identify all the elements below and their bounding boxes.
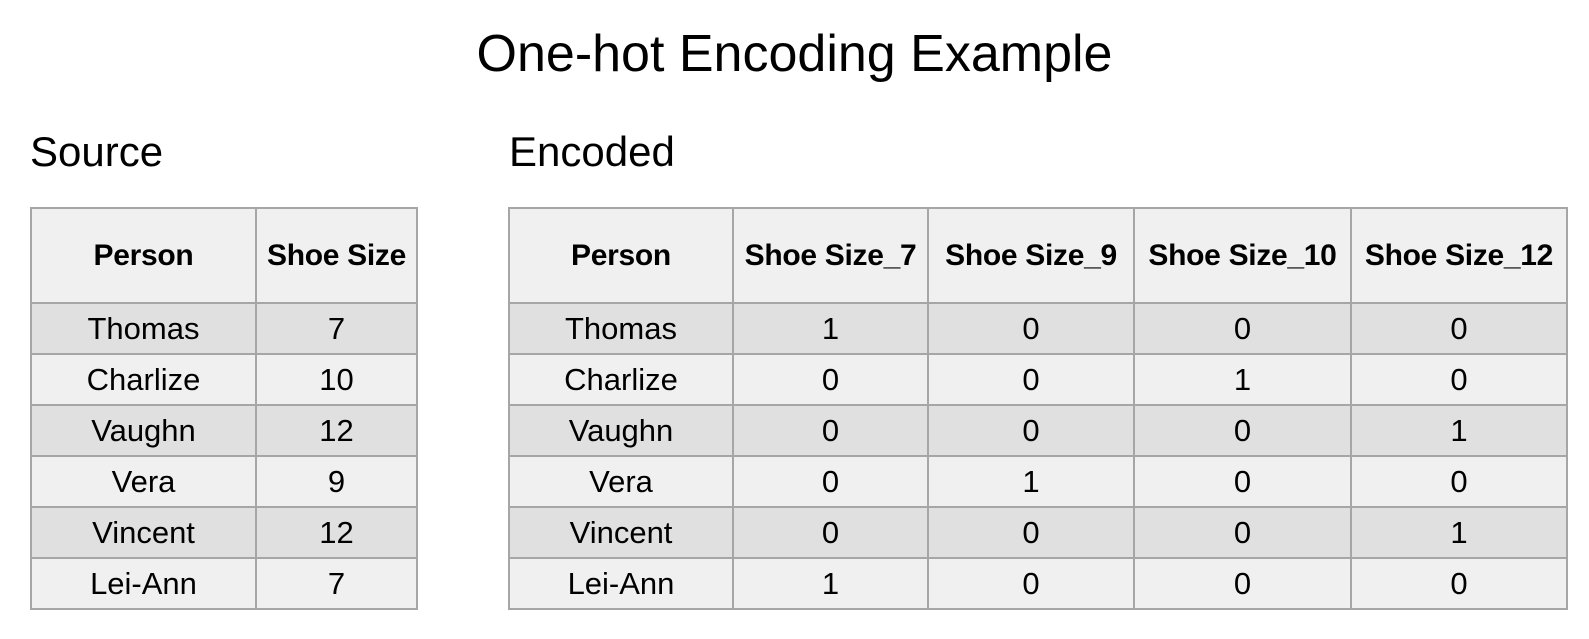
cell: 0: [927, 506, 1135, 559]
source-table: Person Shoe Size Thomas 7 Charlize 10 Va…: [30, 207, 418, 610]
cell: 0: [732, 506, 929, 559]
table-row: Vaughn 0 0 0 1: [508, 404, 1568, 457]
cell: 12: [255, 404, 418, 457]
cell: Vincent: [30, 506, 257, 559]
cell: 10: [255, 353, 418, 406]
cell: 0: [927, 404, 1135, 457]
cell: 0: [1350, 455, 1568, 508]
cell: Charlize: [508, 353, 734, 406]
table-row: Vera 9: [30, 455, 418, 508]
cell: 1: [732, 557, 929, 610]
cell: Lei-Ann: [508, 557, 734, 610]
cell: 0: [1350, 302, 1568, 355]
cell: Thomas: [30, 302, 257, 355]
cell: 0: [927, 302, 1135, 355]
cell: 0: [732, 353, 929, 406]
cell: 0: [1133, 557, 1352, 610]
cell: Vera: [508, 455, 734, 508]
table-row: Vera 0 1 0 0: [508, 455, 1568, 508]
table-row: Vincent 12: [30, 506, 418, 559]
table-row: Thomas 1 0 0 0: [508, 302, 1568, 355]
cell: 0: [927, 353, 1135, 406]
page-title: One-hot Encoding Example: [476, 25, 1113, 83]
cell: 0: [732, 404, 929, 457]
cell: 1: [732, 302, 929, 355]
cell: 1: [1350, 404, 1568, 457]
column-header-shoe-size-10: Shoe Size_10: [1133, 207, 1352, 304]
table-row: Thomas 7: [30, 302, 418, 355]
source-label: Source: [30, 128, 164, 175]
cell: 12: [255, 506, 418, 559]
cell: Vaughn: [30, 404, 257, 457]
table-row: Vaughn 12: [30, 404, 418, 457]
cell: 0: [1350, 557, 1568, 610]
column-header-person: Person: [30, 207, 257, 304]
encoded-label: Encoded: [509, 128, 675, 175]
column-header-person: Person: [508, 207, 734, 304]
cell: Vaughn: [508, 404, 734, 457]
column-header-shoe-size: Shoe Size: [255, 207, 418, 304]
table-row: Lei-Ann 7: [30, 557, 418, 610]
cell: 7: [255, 557, 418, 610]
cell: Lei-Ann: [30, 557, 257, 610]
table-row: Charlize 0 0 1 0: [508, 353, 1568, 406]
cell: 7: [255, 302, 418, 355]
cell: Vera: [30, 455, 257, 508]
cell: 0: [1133, 506, 1352, 559]
table-row: Lei-Ann 1 0 0 0: [508, 557, 1568, 610]
cell: 0: [1133, 455, 1352, 508]
cell: 0: [927, 557, 1135, 610]
table-header-row: Person Shoe Size_7 Shoe Size_9 Shoe Size…: [508, 207, 1568, 304]
cell: Thomas: [508, 302, 734, 355]
encoded-table: Person Shoe Size_7 Shoe Size_9 Shoe Size…: [508, 207, 1568, 610]
cell: Charlize: [30, 353, 257, 406]
cell: 1: [1133, 353, 1352, 406]
cell: 1: [927, 455, 1135, 508]
cell: 0: [1133, 302, 1352, 355]
cell: 0: [1350, 353, 1568, 406]
column-header-shoe-size-12: Shoe Size_12: [1350, 207, 1568, 304]
column-header-shoe-size-7: Shoe Size_7: [732, 207, 929, 304]
table-header-row: Person Shoe Size: [30, 207, 418, 304]
column-header-shoe-size-9: Shoe Size_9: [927, 207, 1135, 304]
table-row: Vincent 0 0 0 1: [508, 506, 1568, 559]
table-row: Charlize 10: [30, 353, 418, 406]
cell: 9: [255, 455, 418, 508]
cell: 1: [1350, 506, 1568, 559]
cell: 0: [1133, 404, 1352, 457]
cell: Vincent: [508, 506, 734, 559]
cell: 0: [732, 455, 929, 508]
